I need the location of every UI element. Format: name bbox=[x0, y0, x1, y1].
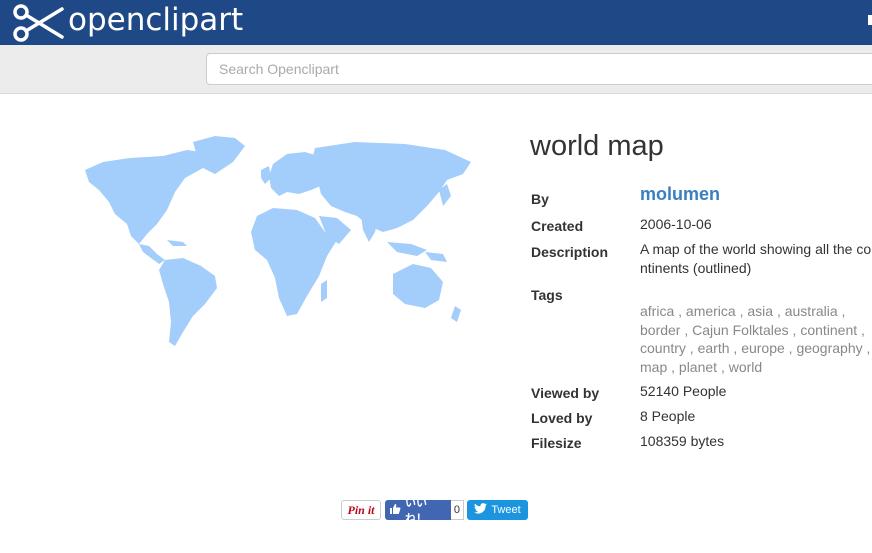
tag-link[interactable]: africa bbox=[640, 303, 674, 319]
filesize-label: Filesize bbox=[531, 435, 582, 451]
tag-link[interactable]: map bbox=[640, 359, 667, 375]
tag-link[interactable]: asia bbox=[747, 303, 773, 319]
description-label: Description bbox=[531, 244, 609, 260]
tag-link[interactable]: Cajun Folktales bbox=[692, 322, 789, 338]
tag-link[interactable]: world bbox=[729, 359, 762, 375]
scissors-icon bbox=[10, 3, 66, 43]
search-input[interactable] bbox=[206, 53, 872, 85]
tag-link[interactable]: continent bbox=[800, 322, 857, 338]
loved-label: Loved by bbox=[531, 410, 593, 426]
created-value: 2006-10-06 bbox=[640, 216, 712, 232]
new-zealand-shape bbox=[451, 306, 461, 322]
tag-link[interactable]: america bbox=[686, 303, 736, 319]
created-label: Created bbox=[531, 218, 584, 234]
viewed-value: 52140 People bbox=[640, 383, 727, 399]
logo-link[interactable]: openclipart bbox=[10, 2, 244, 43]
uk-shape bbox=[261, 166, 271, 184]
author-link[interactable]: molumen bbox=[640, 184, 720, 205]
tweet-button[interactable]: Tweet bbox=[467, 500, 528, 520]
logo-text: openclipart bbox=[68, 2, 244, 38]
tag-link[interactable]: planet bbox=[679, 359, 717, 375]
tag-link[interactable]: europe bbox=[741, 340, 785, 356]
twitter-bird-icon bbox=[474, 503, 491, 517]
indonesia-shape bbox=[387, 242, 427, 256]
navbar-toggle-edge[interactable] bbox=[868, 15, 872, 25]
pin-it-label: Pin it bbox=[347, 502, 375, 517]
south-america-shape bbox=[159, 258, 217, 346]
new-guinea-shape bbox=[425, 252, 447, 262]
tag-link[interactable]: border bbox=[640, 322, 680, 338]
caribbean-shape bbox=[167, 240, 187, 246]
pin-it-button[interactable]: Pin it bbox=[341, 500, 381, 520]
world-map-image bbox=[85, 136, 471, 346]
filesize-value: 108359 bytes bbox=[640, 433, 725, 449]
tag-link[interactable]: australia bbox=[785, 303, 838, 319]
central-america-shape bbox=[139, 244, 165, 264]
clipart-title: world map bbox=[530, 130, 664, 162]
like-main[interactable]: いいね！ bbox=[385, 497, 451, 525]
tag-link[interactable]: earth bbox=[698, 340, 730, 356]
thumbs-up-icon bbox=[389, 503, 405, 518]
tags-label: Tags bbox=[531, 287, 563, 303]
like-count: 0 bbox=[450, 500, 464, 520]
north-america-shape bbox=[85, 150, 215, 244]
by-label: By bbox=[531, 191, 549, 207]
madagascar-shape bbox=[321, 280, 327, 302]
facebook-like-button[interactable]: いいね！ 0 bbox=[385, 497, 464, 525]
tags-list: africa , america , asia , australia , bo… bbox=[640, 303, 871, 375]
tag-link[interactable]: geography bbox=[796, 340, 862, 356]
tweet-label: Tweet bbox=[491, 504, 521, 516]
loved-value: 8 People bbox=[640, 408, 696, 424]
search-bar bbox=[0, 45, 872, 94]
viewed-label: Viewed by bbox=[531, 385, 600, 401]
top-navbar: openclipart bbox=[0, 0, 872, 45]
tag-link[interactable]: country bbox=[640, 340, 686, 356]
description-value: A map of the world showing all the conti… bbox=[640, 241, 872, 276]
like-label: いいね！ bbox=[405, 497, 427, 525]
clipart-image[interactable] bbox=[75, 132, 475, 352]
australia-shape bbox=[393, 264, 443, 308]
